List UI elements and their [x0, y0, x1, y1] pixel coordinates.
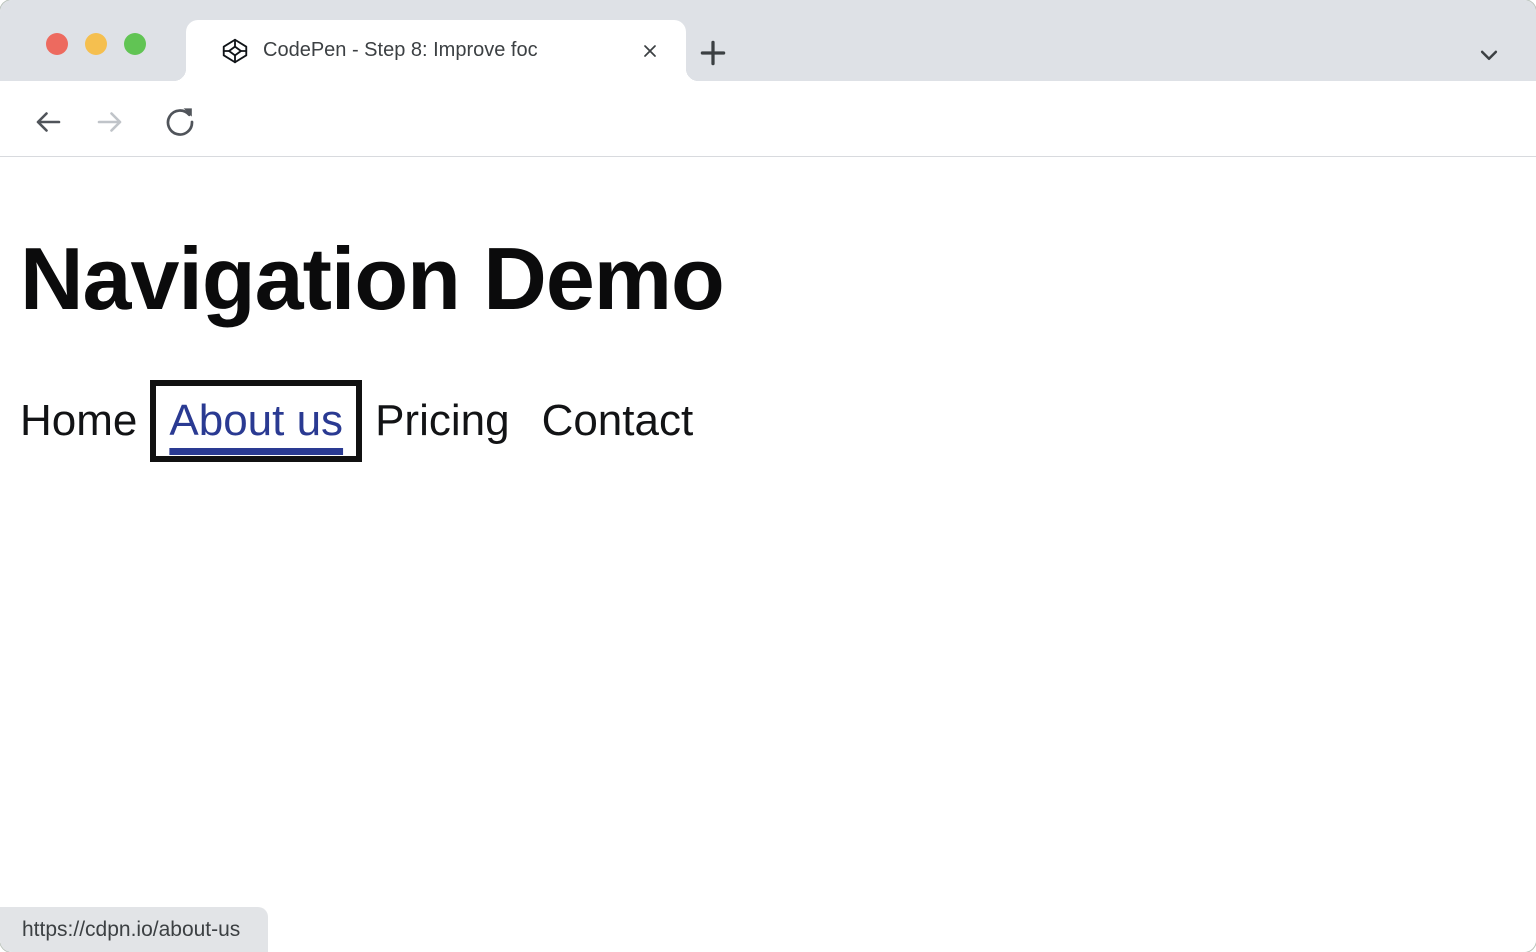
nav-link-home[interactable]: Home: [20, 399, 137, 443]
chevron-down-icon[interactable]: [1474, 40, 1504, 66]
back-arrow-icon[interactable]: [31, 105, 65, 139]
nav-link-about-us[interactable]: About us: [169, 399, 343, 443]
traffic-close-icon[interactable]: [46, 33, 68, 55]
forward-arrow-icon[interactable]: [93, 105, 127, 139]
tab-title-fade: [584, 39, 626, 62]
page-content: Navigation Demo Home About us Pricing Co…: [0, 157, 1536, 952]
traffic-minimize-icon[interactable]: [85, 33, 107, 55]
browser-window: CodePen - Step 8: Improve foc: [0, 0, 1536, 952]
browser-toolbar: cdpn.io/pen/debug/OJvwGER: [0, 81, 1536, 157]
page-title: Navigation Demo: [20, 235, 1536, 323]
close-icon[interactable]: [640, 41, 660, 61]
nav-link-pricing[interactable]: Pricing: [375, 399, 510, 443]
tab-title: CodePen - Step 8: Improve foc: [263, 39, 626, 62]
main-navigation: Home About us Pricing Contact: [20, 399, 1536, 443]
status-bar: https://cdpn.io/about-us: [0, 907, 268, 952]
tab-strip: CodePen - Step 8: Improve foc: [0, 0, 1536, 81]
traffic-zoom-icon[interactable]: [124, 33, 146, 55]
plus-icon[interactable]: [698, 38, 728, 68]
codepen-favicon-icon: [222, 38, 248, 64]
reload-icon[interactable]: [163, 105, 197, 139]
traffic-lights: [46, 33, 146, 55]
browser-tab[interactable]: CodePen - Step 8: Improve foc: [186, 20, 686, 81]
nav-link-contact[interactable]: Contact: [542, 399, 694, 443]
